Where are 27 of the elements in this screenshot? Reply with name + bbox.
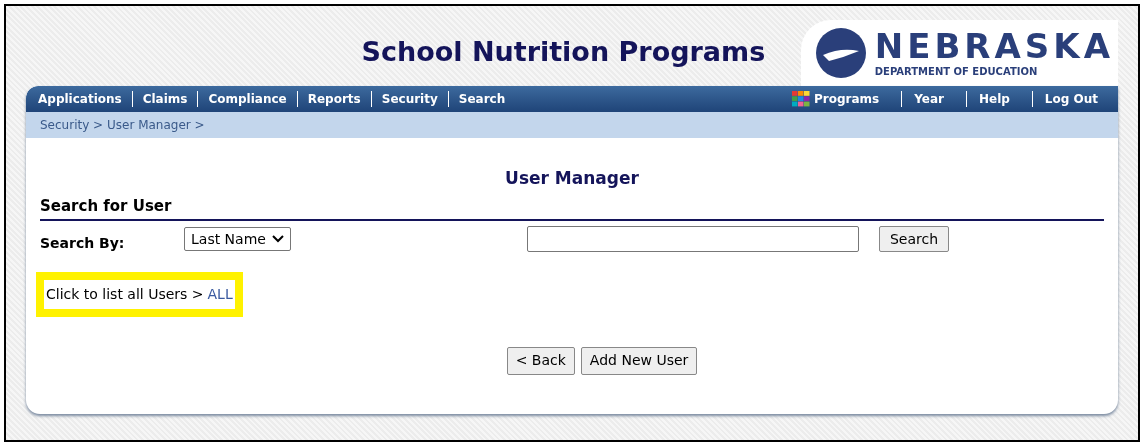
nav-link[interactable]: Programs — [792, 90, 880, 108]
search-by-label: Search By: — [40, 233, 126, 253]
all-link[interactable]: ALL — [207, 283, 233, 305]
nav-link[interactable]: Claims — [142, 90, 188, 108]
search-button[interactable]: Search — [878, 226, 950, 252]
nav-link[interactable]: Reports — [307, 90, 361, 108]
nav-link[interactable]: Search — [458, 90, 506, 108]
nav-link[interactable]: Year — [914, 90, 944, 108]
logo-subtitle: DEPARTMENT OF EDUCATION — [874, 64, 1038, 79]
section-title: Search for User — [40, 196, 172, 215]
logo-emblem-icon — [814, 27, 867, 79]
breadcrumb: Security > User Manager > — [40, 117, 205, 134]
list-all-text: Click to list all Users > — [46, 284, 204, 304]
nav-link[interactable]: Log Out — [1044, 90, 1098, 108]
form-button[interactable]: Add New User — [580, 346, 698, 375]
logo-name: NEBRASKA — [874, 27, 1114, 64]
nav-link[interactable]: Security — [381, 90, 438, 108]
form-button[interactable]: < Back — [506, 346, 575, 375]
site-title: School Nutrition Programs — [361, 34, 766, 69]
search-field[interactable] — [526, 226, 859, 252]
nav-link[interactable]: Help — [978, 90, 1010, 108]
page-title: User Manager — [505, 167, 639, 190]
grid-icon — [792, 91, 810, 107]
chevron-icon — [271, 235, 284, 243]
search-by-select[interactable]: Last Name — [184, 227, 291, 251]
nav-link[interactable]: Applications — [38, 90, 122, 108]
nav-link[interactable]: Compliance — [208, 90, 287, 108]
